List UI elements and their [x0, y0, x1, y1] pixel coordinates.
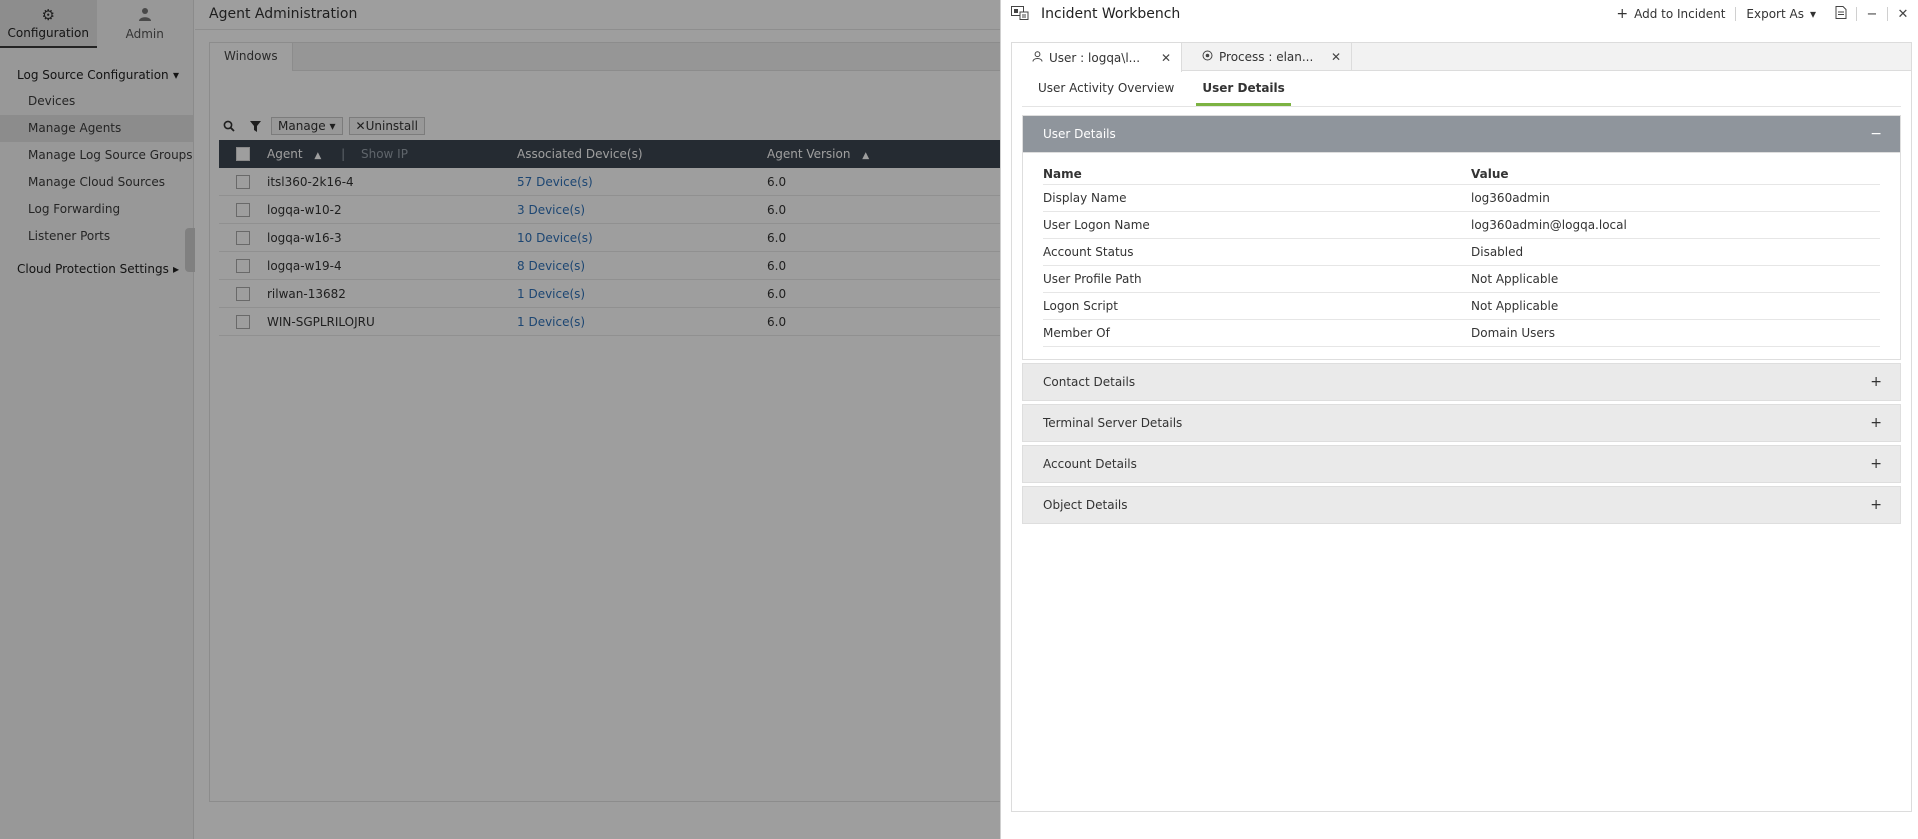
section-title: Object Details	[1043, 498, 1128, 512]
section-contact-details[interactable]: Contact Details +	[1022, 363, 1901, 401]
section-user-details[interactable]: User Details −	[1022, 115, 1901, 153]
minimize-icon[interactable]: −	[1857, 7, 1887, 22]
detail-name: Display Name	[1043, 191, 1127, 205]
column-value: Value	[1471, 166, 1509, 181]
section-title: Terminal Server Details	[1043, 416, 1183, 430]
entity-tabs: User : logqa\l... ✕ Process : elan... ✕	[1012, 43, 1911, 72]
drawer-title: Incident Workbench	[1041, 6, 1181, 22]
tab-user-label: User : logqa\l...	[1049, 50, 1141, 65]
detail-name: Member Of	[1043, 326, 1110, 340]
detail-name: User Logon Name	[1043, 218, 1150, 232]
user-subtabs: User Activity Overview User Details	[1022, 71, 1901, 107]
expand-icon: +	[1870, 497, 1882, 513]
expand-icon: +	[1870, 456, 1882, 472]
export-as-label: Export As	[1746, 7, 1804, 21]
detail-name: Account Status	[1043, 245, 1134, 259]
tab-user-activity-overview[interactable]: User Activity Overview	[1032, 76, 1180, 106]
table-row: Member Of Domain Users	[1043, 320, 1880, 347]
column-name: Name	[1043, 166, 1082, 181]
detail-value: log360admin	[1471, 191, 1550, 205]
table-row: Logon Script Not Applicable	[1043, 293, 1880, 320]
tab-process[interactable]: Process : elan... ✕	[1182, 43, 1352, 71]
caret-down-icon: ▾	[1809, 7, 1816, 21]
tab-user[interactable]: User : logqa\l... ✕	[1012, 43, 1182, 72]
user-details-table: Name Value Display Name log360admin User…	[1022, 153, 1901, 360]
workbench-frame: User : logqa\l... ✕ Process : elan... ✕ …	[1011, 42, 1912, 812]
detail-value: Not Applicable	[1471, 272, 1559, 286]
drawer-header: Incident Workbench + Add to Incident Exp…	[1001, 0, 1918, 28]
detail-value: Not Applicable	[1471, 299, 1559, 313]
detail-value: log360admin@logqa.local	[1471, 218, 1627, 232]
table-row: Display Name log360admin	[1043, 185, 1880, 212]
detail-value: Domain Users	[1471, 326, 1555, 340]
details-accordion: User Details − Name Value Display Name l…	[1022, 115, 1901, 524]
tab-user-details[interactable]: User Details	[1196, 76, 1291, 106]
close-icon[interactable]: ✕	[1888, 7, 1918, 22]
section-account-details[interactable]: Account Details +	[1022, 445, 1901, 483]
section-object-details[interactable]: Object Details +	[1022, 486, 1901, 524]
collapse-icon: −	[1870, 126, 1882, 142]
detail-name: User Profile Path	[1043, 272, 1142, 286]
close-tab-icon[interactable]: ✕	[1161, 51, 1171, 65]
table-row: Account Status Disabled	[1043, 239, 1880, 266]
close-tab-icon[interactable]: ✕	[1331, 50, 1341, 64]
report-icon[interactable]	[1826, 5, 1856, 23]
table-row: User Logon Name log360admin@logqa.local	[1043, 212, 1880, 239]
section-title: Account Details	[1043, 457, 1137, 471]
add-to-incident-label: Add to Incident	[1634, 7, 1726, 21]
section-terminal-server-details[interactable]: Terminal Server Details +	[1022, 404, 1901, 442]
incident-workbench-drawer: Incident Workbench + Add to Incident Exp…	[1000, 0, 1918, 839]
table-header: Name Value	[1043, 163, 1880, 185]
expand-icon: +	[1870, 374, 1882, 390]
detail-name: Logon Script	[1043, 299, 1118, 313]
table-row: User Profile Path Not Applicable	[1043, 266, 1880, 293]
user-icon	[1032, 50, 1043, 65]
tab-process-label: Process : elan...	[1219, 50, 1314, 64]
detail-value: Disabled	[1471, 245, 1524, 259]
plus-icon: +	[1616, 6, 1629, 22]
section-title: Contact Details	[1043, 375, 1136, 389]
expand-icon: +	[1870, 415, 1882, 431]
process-icon	[1202, 50, 1213, 64]
section-title: User Details	[1043, 127, 1116, 141]
add-to-incident-button[interactable]: + Add to Incident	[1606, 6, 1735, 22]
workbench-icon	[1011, 6, 1029, 22]
export-as-dropdown[interactable]: Export As ▾	[1736, 7, 1826, 21]
